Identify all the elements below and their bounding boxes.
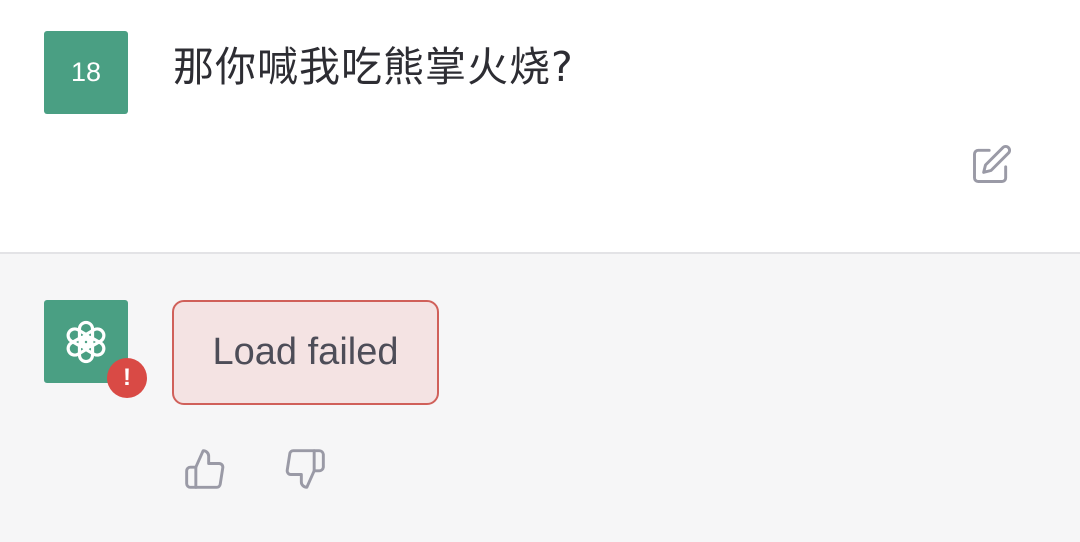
user-message-row: 18 那你喊我吃熊掌火烧? xyxy=(0,0,1080,252)
openai-logo-icon xyxy=(66,320,106,363)
error-message-box: Load failed xyxy=(172,300,439,405)
error-badge: ! xyxy=(107,358,147,398)
thumbs-down-icon xyxy=(285,449,325,489)
chat-screen: 18 那你喊我吃熊掌火烧? ! Load failed xyxy=(0,0,1080,542)
assistant-message-row: ! Load failed xyxy=(0,254,1080,542)
error-badge-text: ! xyxy=(123,364,131,391)
user-avatar: 18 xyxy=(44,31,128,114)
thumbs-up-icon xyxy=(185,449,225,489)
thumbs-up-button[interactable] xyxy=(180,444,230,494)
user-avatar-text: 18 xyxy=(70,57,102,87)
edit-message-button[interactable] xyxy=(966,140,1016,190)
thumbs-down-button[interactable] xyxy=(280,444,330,494)
error-message-text: Load failed xyxy=(212,331,399,373)
user-message-text: 那你喊我吃熊掌火烧? xyxy=(173,43,574,91)
edit-icon xyxy=(973,145,1011,183)
